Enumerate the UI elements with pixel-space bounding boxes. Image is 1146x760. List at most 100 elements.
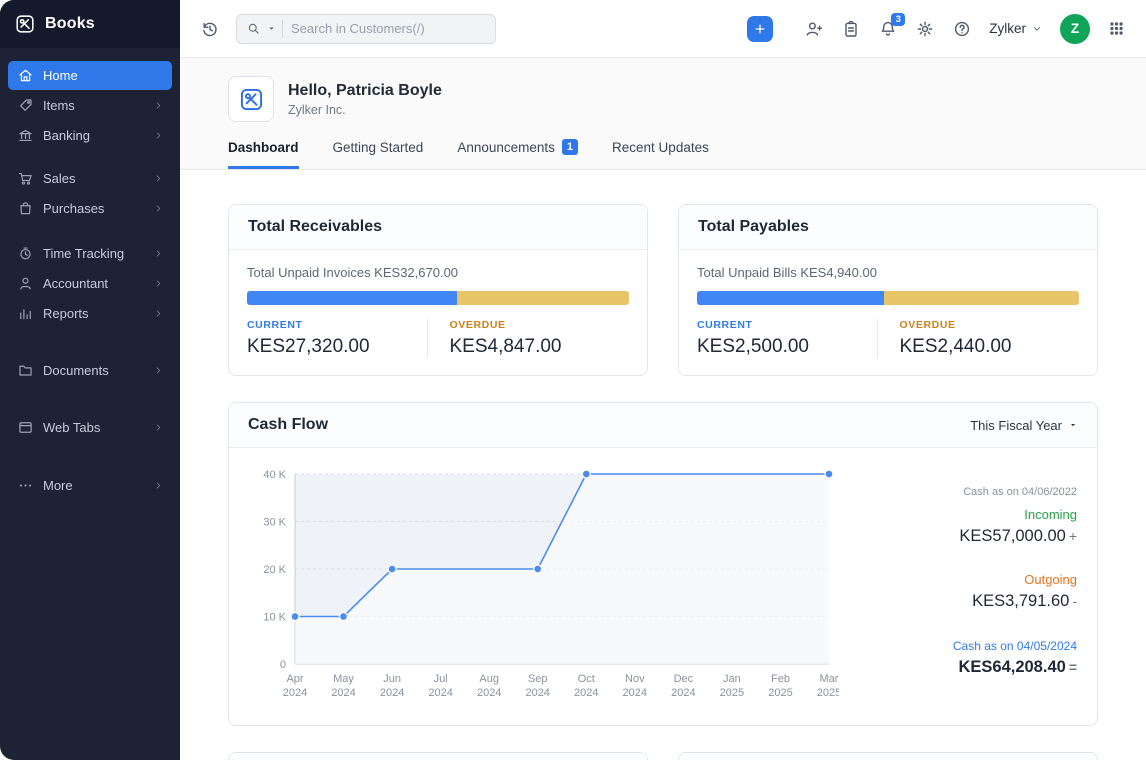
tab-announcements[interactable]: Announcements1 xyxy=(457,139,578,169)
search-input[interactable] xyxy=(282,20,486,38)
tag-icon xyxy=(17,97,34,114)
svg-text:2025: 2025 xyxy=(768,687,792,699)
sidebar-item-web-tabs[interactable]: Web Tabs xyxy=(8,413,172,442)
chevron-right-icon xyxy=(153,248,164,259)
svg-text:20 K: 20 K xyxy=(263,564,286,576)
books-logo-icon xyxy=(238,86,265,113)
sidebar-item-purchases[interactable]: Purchases xyxy=(8,194,172,223)
svg-text:30 K: 30 K xyxy=(263,517,286,529)
svg-text:2024: 2024 xyxy=(525,687,549,699)
sidebar-item-accountant[interactable]: Accountant xyxy=(8,269,172,298)
sidebar-item-label: Documents xyxy=(43,363,144,378)
payables-overdue-block[interactable]: OVERDUE KES2,440.00 xyxy=(877,319,1080,358)
svg-text:2024: 2024 xyxy=(671,687,695,699)
sidebar-item-label: Sales xyxy=(43,171,144,186)
sidebar-item-sales[interactable]: Sales xyxy=(8,164,172,193)
svg-text:2024: 2024 xyxy=(380,687,404,699)
current-value: KES2,500.00 xyxy=(697,336,877,358)
income-expense-title: Income and Expense xyxy=(229,753,647,760)
settings-gear-icon[interactable] xyxy=(915,19,935,39)
closing-value: KES64,208.40= xyxy=(863,658,1077,677)
sidebar-item-reports[interactable]: Reports xyxy=(8,299,172,328)
sidebar-item-time-tracking[interactable]: Time Tracking xyxy=(8,239,172,268)
sidebar-item-label: Items xyxy=(43,98,144,113)
chevron-right-icon xyxy=(153,480,164,491)
tab-label: Announcements xyxy=(457,140,555,155)
svg-text:Jan: Jan xyxy=(723,673,741,685)
recent-history-icon[interactable] xyxy=(200,19,220,39)
overdue-label: OVERDUE xyxy=(450,319,630,331)
payables-progress-bar xyxy=(697,291,1079,305)
sidebar-item-label: Time Tracking xyxy=(43,246,144,261)
topbar: 3 Zylker Z xyxy=(180,0,1146,58)
dots-icon xyxy=(17,477,34,494)
sidebar-item-label: Accountant xyxy=(43,276,144,291)
apps-grid-icon[interactable] xyxy=(1107,19,1126,38)
income-expense-card: Income and Expense xyxy=(228,752,648,760)
cashflow-chart: 010 K20 K30 K40 KApr2024May2024Jun2024Ju… xyxy=(239,460,839,712)
receivables-current-block[interactable]: CURRENT KES27,320.00 xyxy=(247,319,427,358)
svg-text:2024: 2024 xyxy=(283,687,307,699)
sidebar-nav: Home Items Banking Sales Purchases Time Track… xyxy=(0,48,180,760)
svg-text:Oct: Oct xyxy=(578,673,595,685)
clock-icon xyxy=(17,245,34,262)
tab-getting-started[interactable]: Getting Started xyxy=(333,139,424,169)
svg-text:2024: 2024 xyxy=(428,687,452,699)
total-payables-card: Total Payables Total Unpaid Bills KES4,9… xyxy=(678,204,1098,376)
closing-balance-link[interactable]: Cash as on 04/05/2024 xyxy=(863,639,1077,653)
app-window: Books Home Items Banking Sales Purchases Time… xyxy=(0,0,1146,760)
chevron-right-icon xyxy=(153,173,164,184)
sidebar-item-banking[interactable]: Banking xyxy=(8,121,172,150)
tab-recent-updates[interactable]: Recent Updates xyxy=(612,139,709,169)
svg-text:May: May xyxy=(333,673,354,685)
receivables-overdue-block[interactable]: OVERDUE KES4,847.00 xyxy=(427,319,630,358)
chart-icon xyxy=(17,305,34,322)
payables-current-block[interactable]: CURRENT KES2,500.00 xyxy=(697,319,877,358)
period-label: This Fiscal Year xyxy=(970,418,1062,433)
notifications-button[interactable]: 3 xyxy=(878,19,898,39)
plus-sign: + xyxy=(1069,528,1077,544)
sidebar: Books Home Items Banking Sales Purchases Time… xyxy=(0,0,180,760)
total-receivables-card: Total Receivables Total Unpaid Invoices … xyxy=(228,204,648,376)
sidebar-item-more[interactable]: More xyxy=(8,471,172,500)
svg-text:0: 0 xyxy=(280,659,286,671)
outgoing-label: Outgoing xyxy=(863,572,1077,587)
svg-text:Dec: Dec xyxy=(674,673,694,685)
top-expenses-title: Your Top Expenses xyxy=(679,753,1097,760)
sidebar-item-home[interactable]: Home xyxy=(8,61,172,90)
app-logo: Books xyxy=(0,0,180,48)
help-icon[interactable] xyxy=(952,19,972,39)
org-switcher[interactable]: Zylker xyxy=(989,21,1043,36)
svg-text:40 K: 40 K xyxy=(263,469,286,481)
user-plus-icon[interactable] xyxy=(804,19,824,39)
topbar-actions: 3 Zylker Z xyxy=(747,14,1126,44)
sidebar-item-documents[interactable]: Documents xyxy=(8,356,172,385)
search-scope-caret-icon[interactable] xyxy=(266,23,277,34)
svg-text:2025: 2025 xyxy=(817,687,839,699)
chevron-right-icon xyxy=(153,308,164,319)
sidebar-item-label: Purchases xyxy=(43,201,144,216)
chevron-right-icon xyxy=(153,100,164,111)
payables-title: Total Payables xyxy=(679,205,1097,250)
svg-text:Jun: Jun xyxy=(383,673,401,685)
incoming-value: KES57,000.00+ xyxy=(863,527,1077,546)
home-icon xyxy=(17,67,34,84)
quick-create-button[interactable] xyxy=(747,16,773,42)
org-name: Zylker xyxy=(989,21,1026,36)
sidebar-item-items[interactable]: Items xyxy=(8,91,172,120)
notepad-icon[interactable] xyxy=(841,19,861,39)
main-area: 3 Zylker Z Hello, Patricia Boyle xyxy=(180,0,1146,760)
tab-dashboard[interactable]: Dashboard xyxy=(228,139,299,169)
outgoing-amount: KES3,791.60 xyxy=(972,592,1069,610)
user-avatar[interactable]: Z xyxy=(1060,14,1090,44)
fiscal-year-dropdown[interactable]: This Fiscal Year xyxy=(970,418,1078,433)
overdue-label: OVERDUE xyxy=(900,319,1080,331)
sidebar-item-label: Banking xyxy=(43,128,144,143)
sidebar-item-label: More xyxy=(43,478,144,493)
svg-text:2024: 2024 xyxy=(331,687,355,699)
overdue-value: KES2,440.00 xyxy=(900,336,1080,358)
current-label: CURRENT xyxy=(697,319,877,331)
search-box[interactable] xyxy=(236,14,496,44)
svg-text:2024: 2024 xyxy=(623,687,647,699)
svg-text:Apr: Apr xyxy=(286,673,303,685)
